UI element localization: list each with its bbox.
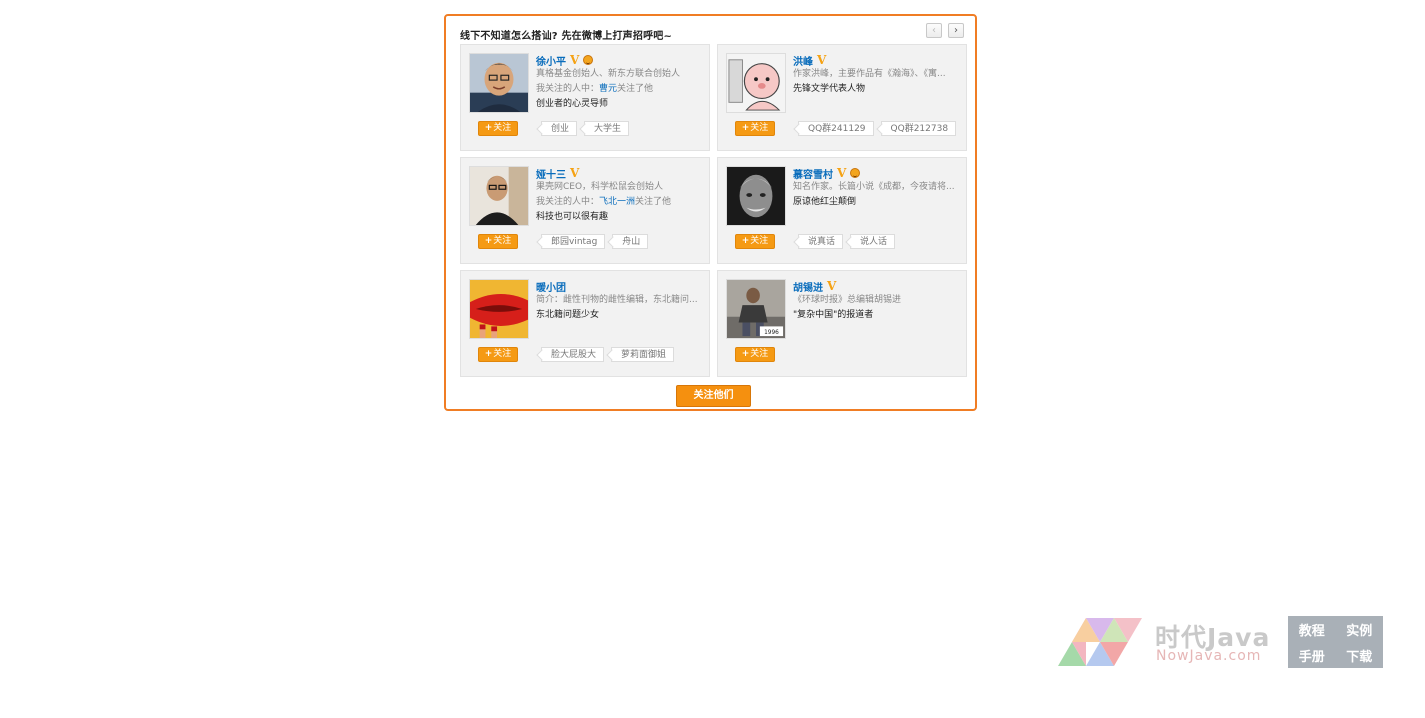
user-description: 真格基金创始人、新东方联合创始人: [536, 69, 681, 79]
follow-label: 关注: [750, 236, 769, 246]
user-card: 1996 胡锡进 V 《环球时报》总编辑胡锡进 "复杂中国"的报道者 +关注: [717, 270, 967, 377]
user-description: 《环球时报》总编辑胡锡进: [793, 295, 902, 305]
svg-text:1996: 1996: [764, 330, 779, 336]
verified-v-icon: V: [837, 166, 847, 180]
user-card: 娅十三 V 果壳网CEO，科学松鼠会创始人 我关注的人中：飞北一洲关注了他 科技…: [460, 157, 710, 264]
user-description: 简介：雌性刊物的雌性编辑，东北籍问...: [536, 295, 698, 305]
watermark-link[interactable]: 教程: [1288, 620, 1336, 639]
plus-icon: +: [484, 349, 493, 359]
mutual-prefix: 我关注的人中：: [536, 84, 600, 94]
follow-button[interactable]: +关注: [478, 234, 518, 249]
user-card: 暖小团 简介：雌性刊物的雌性编辑，东北籍问... 东北籍问题少女 +关注 脸大屁…: [460, 270, 710, 377]
user-card: 慕容雪村 V 知名作家。长篇小说《成都，今夜请将... 原谅他红尘颠倒 +关注 …: [717, 157, 967, 264]
next-page-button[interactable]: ›: [948, 23, 964, 38]
tag[interactable]: QQ群241129: [798, 121, 874, 136]
user-description: 作家洪峰，主要作品有《瀚海》、《寓...: [793, 69, 946, 79]
user-tagline: 科技也可以很有趣: [536, 212, 609, 222]
user-name[interactable]: 暖小团: [536, 279, 566, 294]
tag-list: 脸大屁股大 萝莉面御姐: [541, 347, 675, 362]
site-watermark: 时代Java NowJava.com 教程 实例 手册 下载: [1058, 614, 1384, 670]
avatar[interactable]: [469, 279, 529, 339]
follow-button[interactable]: +关注: [478, 121, 518, 136]
tag[interactable]: 萝莉面御姐: [611, 347, 675, 362]
tag-list: 郎园vintag 舟山: [541, 234, 649, 249]
plus-icon: +: [741, 236, 750, 246]
follow-label: 关注: [493, 123, 512, 133]
tag-list: 创业 大学生: [541, 121, 630, 136]
user-name[interactable]: 胡锡进: [793, 279, 823, 294]
smile-badge-icon: [583, 55, 594, 65]
verified-v-icon: V: [817, 53, 827, 67]
recommend-panel: 线下不知道怎么搭讪? 先在微博上打声招呼吧~ ‹ › 徐小平 V 真格基金创始人…: [444, 14, 977, 411]
watermark-link[interactable]: 实例: [1336, 620, 1384, 639]
user-tagline: "复杂中国"的报道者: [793, 310, 874, 320]
tag[interactable]: 创业: [541, 121, 578, 136]
prev-page-button[interactable]: ‹: [926, 23, 942, 38]
panel-title: 线下不知道怎么搭讪? 先在微博上打声招呼吧~: [460, 31, 673, 42]
user-description: 果壳网CEO，科学松鼠会创始人: [536, 182, 664, 192]
user-tagline: 原谅他红尘颠倒: [793, 197, 857, 207]
verified-v-icon: V: [570, 166, 580, 180]
triangle-logo-icon: [1058, 618, 1142, 666]
plus-icon: +: [484, 236, 493, 246]
plus-icon: +: [741, 123, 750, 133]
plus-icon: +: [484, 123, 493, 133]
avatar[interactable]: [726, 53, 786, 113]
smile-badge-icon: [850, 168, 861, 178]
user-name[interactable]: 慕容雪村: [793, 166, 833, 181]
chevron-left-icon: ‹: [932, 25, 936, 36]
mutual-user-link[interactable]: 飞北一洲: [599, 197, 635, 207]
user-card: 徐小平 V 真格基金创始人、新东方联合创始人 我关注的人中：曹元关注了他 创业者…: [460, 44, 710, 151]
plus-icon: +: [741, 349, 750, 359]
follow-label: 关注: [750, 123, 769, 133]
mutual-prefix: 我关注的人中：: [536, 197, 600, 207]
watermark-link[interactable]: 手册: [1288, 646, 1336, 665]
mutual-suffix: 关注了他: [635, 197, 672, 207]
verified-v-icon: V: [570, 53, 580, 67]
avatar[interactable]: [469, 166, 529, 226]
follow-all-button[interactable]: 关注他们: [676, 385, 751, 407]
user-card: 洪峰 V 作家洪峰，主要作品有《瀚海》、《寓... 先锋文学代表人物 +关注 Q…: [717, 44, 967, 151]
mutual-follow-note: 我关注的人中：曹元关注了他: [536, 82, 704, 97]
user-tagline: 东北籍问题少女: [536, 310, 600, 320]
verified-v-icon: V: [827, 279, 837, 293]
watermark-link[interactable]: 下载: [1336, 646, 1384, 665]
avatar[interactable]: [726, 166, 786, 226]
tag[interactable]: 郎园vintag: [541, 234, 606, 249]
tag[interactable]: 大学生: [584, 121, 630, 136]
avatar[interactable]: [469, 53, 529, 113]
follow-button[interactable]: +关注: [478, 347, 518, 362]
tag[interactable]: QQ群212738: [880, 121, 957, 136]
user-name[interactable]: 徐小平: [536, 53, 566, 68]
user-description: 知名作家。长篇小说《成都，今夜请将...: [793, 182, 955, 192]
user-name[interactable]: 洪峰: [793, 53, 813, 68]
follow-button[interactable]: +关注: [735, 234, 775, 249]
tag-list: 说真话 说人话: [798, 234, 896, 249]
follow-label: 关注: [750, 349, 769, 359]
avatar[interactable]: 1996: [726, 279, 786, 339]
tag[interactable]: 脸大屁股大: [541, 347, 605, 362]
chevron-right-icon: ›: [954, 25, 958, 36]
follow-button[interactable]: +关注: [735, 347, 775, 362]
follow-button[interactable]: +关注: [735, 121, 775, 136]
mutual-user-link[interactable]: 曹元: [599, 84, 617, 94]
watermark-links: 教程 实例 手册 下载: [1288, 616, 1383, 668]
mutual-follow-note: 我关注的人中：飞北一洲关注了他: [536, 195, 704, 210]
tag[interactable]: 舟山: [612, 234, 649, 249]
mutual-suffix: 关注了他: [617, 84, 654, 94]
tag[interactable]: 说人话: [850, 234, 896, 249]
user-name[interactable]: 娅十三: [536, 166, 566, 181]
tag-list: QQ群241129 QQ群212738: [798, 121, 957, 136]
user-tagline: 先锋文学代表人物: [793, 84, 866, 94]
tag[interactable]: 说真话: [798, 234, 844, 249]
follow-label: 关注: [493, 236, 512, 246]
user-tagline: 创业者的心灵导师: [536, 99, 609, 109]
watermark-domain: NowJava.com: [1156, 648, 1262, 664]
follow-label: 关注: [493, 349, 512, 359]
